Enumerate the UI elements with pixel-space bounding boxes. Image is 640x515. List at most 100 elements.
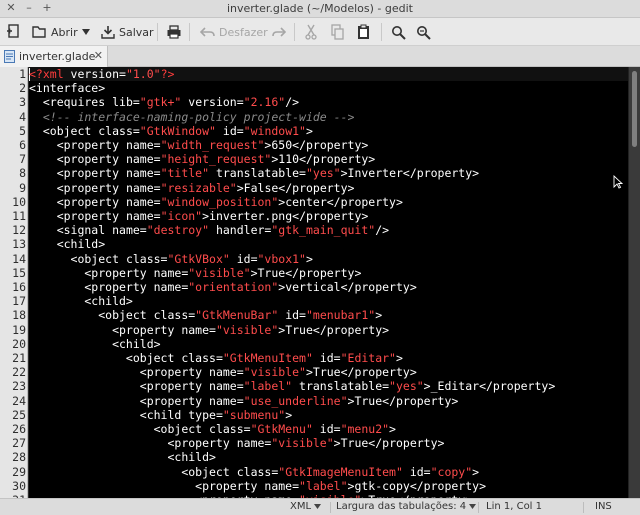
code-token: </property> bbox=[368, 436, 445, 451]
code-token: "visible" bbox=[188, 265, 251, 280]
code-token: <child> bbox=[29, 450, 216, 465]
line-number: 20 bbox=[12, 336, 26, 351]
paste-button[interactable] bbox=[357, 22, 370, 42]
code-token: "1.0" bbox=[125, 67, 161, 81]
line-number: 7 bbox=[19, 152, 26, 167]
find-button[interactable] bbox=[391, 22, 406, 42]
chevron-down-icon bbox=[469, 504, 477, 509]
code-token: name= bbox=[125, 194, 161, 209]
language-selector[interactable]: XML bbox=[290, 501, 322, 512]
code-line: <object class="GtkMenu" id="menu2"> bbox=[29, 422, 396, 436]
code-line: <property name="resizable">False</proper… bbox=[29, 180, 355, 195]
code-token: <child> bbox=[29, 336, 161, 351]
code-token: "gtk+" bbox=[139, 95, 182, 110]
print-button[interactable] bbox=[166, 22, 182, 42]
search-icon bbox=[392, 25, 406, 40]
code-token: <object bbox=[29, 422, 210, 436]
code-token: class= bbox=[125, 251, 168, 266]
code-token: > bbox=[340, 166, 348, 181]
code-token: > bbox=[333, 436, 341, 451]
new-document-button[interactable] bbox=[6, 22, 20, 42]
line-number: 28 bbox=[12, 450, 26, 465]
code-token: name= bbox=[209, 393, 244, 408]
code-token: True bbox=[312, 365, 341, 380]
code-line: <property name="title" translatable="yes… bbox=[29, 166, 479, 180]
code-token: id= bbox=[312, 351, 341, 365]
code-token: <!-- interface-naming-policy project-wid… bbox=[29, 109, 355, 124]
line-number: 16 bbox=[12, 280, 26, 294]
code-token: name= bbox=[125, 180, 161, 195]
scrollbar-thumb[interactable] bbox=[632, 71, 637, 147]
code-token: "GtkMenuItem" bbox=[222, 351, 313, 365]
status-bar: XML Largura das tabulações: 4 Lin 1, Col… bbox=[0, 498, 640, 515]
status-separator bbox=[583, 502, 584, 513]
tab-inverter-glade[interactable]: inverter.glade ✕ bbox=[0, 46, 108, 67]
code-token: </property> bbox=[409, 478, 486, 493]
line-number: 1 bbox=[19, 67, 26, 81]
code-token: <object bbox=[29, 351, 182, 365]
code-token: <property bbox=[29, 393, 210, 408]
code-line: <child> bbox=[29, 294, 132, 308]
code-token: </property> bbox=[312, 322, 390, 337]
save-button[interactable]: Salvar bbox=[100, 22, 154, 42]
code-token: > bbox=[423, 379, 431, 394]
tab-width-label: Largura das tabulações: 4 bbox=[336, 501, 467, 512]
undo-button[interactable]: Desfazer bbox=[200, 22, 268, 42]
line-number: 15 bbox=[12, 265, 26, 280]
code-token: name= bbox=[153, 265, 189, 280]
code-token: "use_underline" bbox=[243, 393, 348, 408]
code-token: > bbox=[305, 251, 313, 266]
code-token: class= bbox=[236, 464, 279, 479]
line-number: 12 bbox=[12, 223, 26, 238]
code-token: class= bbox=[181, 351, 223, 365]
code-token: <requires bbox=[29, 95, 113, 110]
code-token: class= bbox=[153, 308, 196, 323]
close-tab-button[interactable]: ✕ bbox=[94, 49, 103, 62]
code-token: <object bbox=[29, 464, 237, 479]
code-line: <property name="use_underline">True</pro… bbox=[29, 393, 459, 408]
code-token: <property bbox=[29, 209, 126, 223]
line-number: 8 bbox=[19, 166, 26, 181]
code-token: </property> bbox=[285, 265, 362, 280]
code-line: <object class="GtkWindow" id="window1"> bbox=[29, 124, 313, 138]
code-token: "window1" bbox=[243, 123, 306, 138]
code-token: "resizable" bbox=[160, 180, 237, 195]
open-button[interactable]: Abrir bbox=[32, 22, 78, 42]
code-token: True bbox=[340, 436, 369, 451]
code-line: <requires lib="gtk+" version="2.16"/> bbox=[29, 95, 299, 109]
line-number: 10 bbox=[12, 194, 26, 209]
code-token: </property> bbox=[292, 138, 369, 152]
code-line: <property name="icon">inverter.png</prop… bbox=[29, 209, 369, 223]
toolbar: Abrir Salvar Desfazer bbox=[0, 18, 640, 46]
redo-button[interactable] bbox=[272, 22, 286, 42]
tab-width-selector[interactable]: Largura das tabulações: 4 bbox=[336, 501, 477, 512]
code-token: True bbox=[285, 322, 313, 337]
code-token: </property> bbox=[299, 152, 376, 167]
window-title: inverter.glade (~/Modelos) - gedit bbox=[226, 2, 413, 15]
code-line: <property name="visible">True</property> bbox=[29, 436, 444, 450]
code-token: "GtkImageMenuItem" bbox=[278, 464, 403, 479]
save-icon bbox=[101, 26, 115, 39]
code-line: <object class="GtkImageMenuItem" id="cop… bbox=[29, 465, 479, 479]
copy-button[interactable] bbox=[331, 22, 344, 42]
code-token: </property> bbox=[340, 365, 417, 380]
code-token: "title" bbox=[160, 166, 210, 181]
cut-button[interactable] bbox=[305, 22, 317, 42]
code-token: type= bbox=[188, 407, 223, 422]
code-line: <child> bbox=[29, 336, 161, 351]
code-token: "copy" bbox=[430, 464, 473, 479]
code-token: name= bbox=[236, 436, 272, 451]
code-token: name= bbox=[181, 322, 216, 337]
code-token: "label" bbox=[299, 478, 348, 493]
code-token: "vbox1" bbox=[257, 251, 306, 266]
tab-label: inverter.glade bbox=[19, 50, 96, 63]
line-number: 13 bbox=[12, 237, 26, 252]
find-replace-button[interactable] bbox=[416, 22, 431, 42]
vertical-scrollbar[interactable] bbox=[628, 67, 640, 498]
open-recent-dropdown[interactable] bbox=[82, 22, 90, 42]
code-token: > bbox=[395, 351, 403, 365]
code-view[interactable]: <?xml version="1.0"?> <interface> <requir… bbox=[29, 67, 628, 498]
line-number: 14 bbox=[12, 251, 26, 266]
code-token: "gtk_main_quit" bbox=[271, 223, 376, 238]
code-token: </property> bbox=[402, 166, 480, 181]
